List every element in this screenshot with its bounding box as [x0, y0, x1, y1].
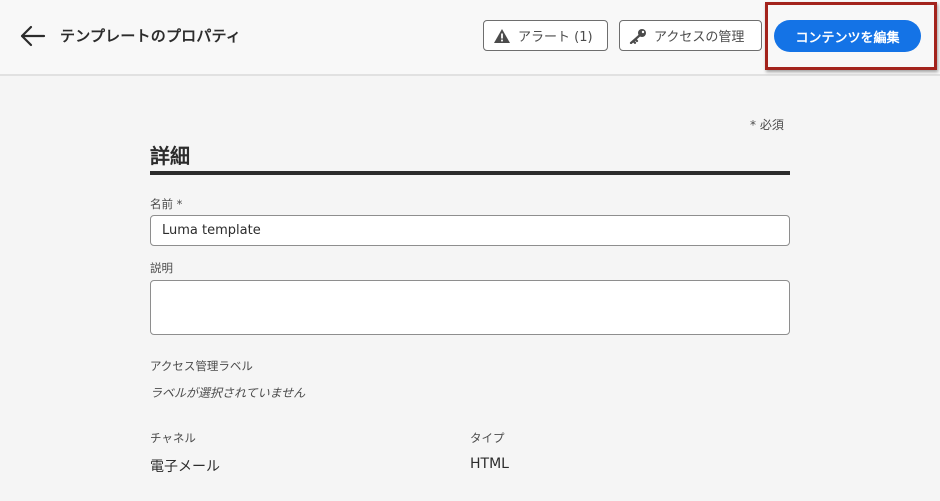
section-title: 詳細 — [150, 144, 190, 168]
name-input-value: Luma template — [162, 223, 261, 238]
alert-button[interactable]: アラート (1) — [483, 20, 608, 51]
channel-value: 電子メール — [150, 459, 220, 475]
edit-content-button[interactable]: コンテンツを編集 — [774, 20, 921, 52]
key-icon — [629, 28, 646, 44]
back-button[interactable] — [18, 24, 46, 48]
manage-access-button-label: アクセスの管理 — [654, 30, 745, 45]
section-divider — [150, 171, 790, 175]
channel-label: チャネル — [150, 431, 196, 445]
type-label: タイプ — [470, 431, 505, 445]
manage-access-button[interactable]: アクセスの管理 — [619, 20, 762, 51]
access-value: ラベルが選択されていません — [150, 386, 306, 400]
arrow-left-icon — [20, 25, 46, 47]
page-header: テンプレートのプロパティ アラート (1) アクセスの管理 コンテンツを編集 — [0, 0, 940, 76]
name-input[interactable]: Luma template — [150, 215, 790, 246]
required-note: * 必須 — [750, 118, 784, 132]
page-title: テンプレートのプロパティ — [60, 27, 242, 45]
access-label: アクセス管理ラベル — [150, 359, 253, 373]
type-value: HTML — [470, 456, 509, 472]
description-label: 説明 — [150, 261, 173, 275]
description-input[interactable] — [150, 280, 790, 335]
alert-button-label: アラート (1) — [518, 30, 593, 45]
warning-icon — [494, 28, 510, 43]
name-label: 名前 * — [150, 197, 183, 211]
